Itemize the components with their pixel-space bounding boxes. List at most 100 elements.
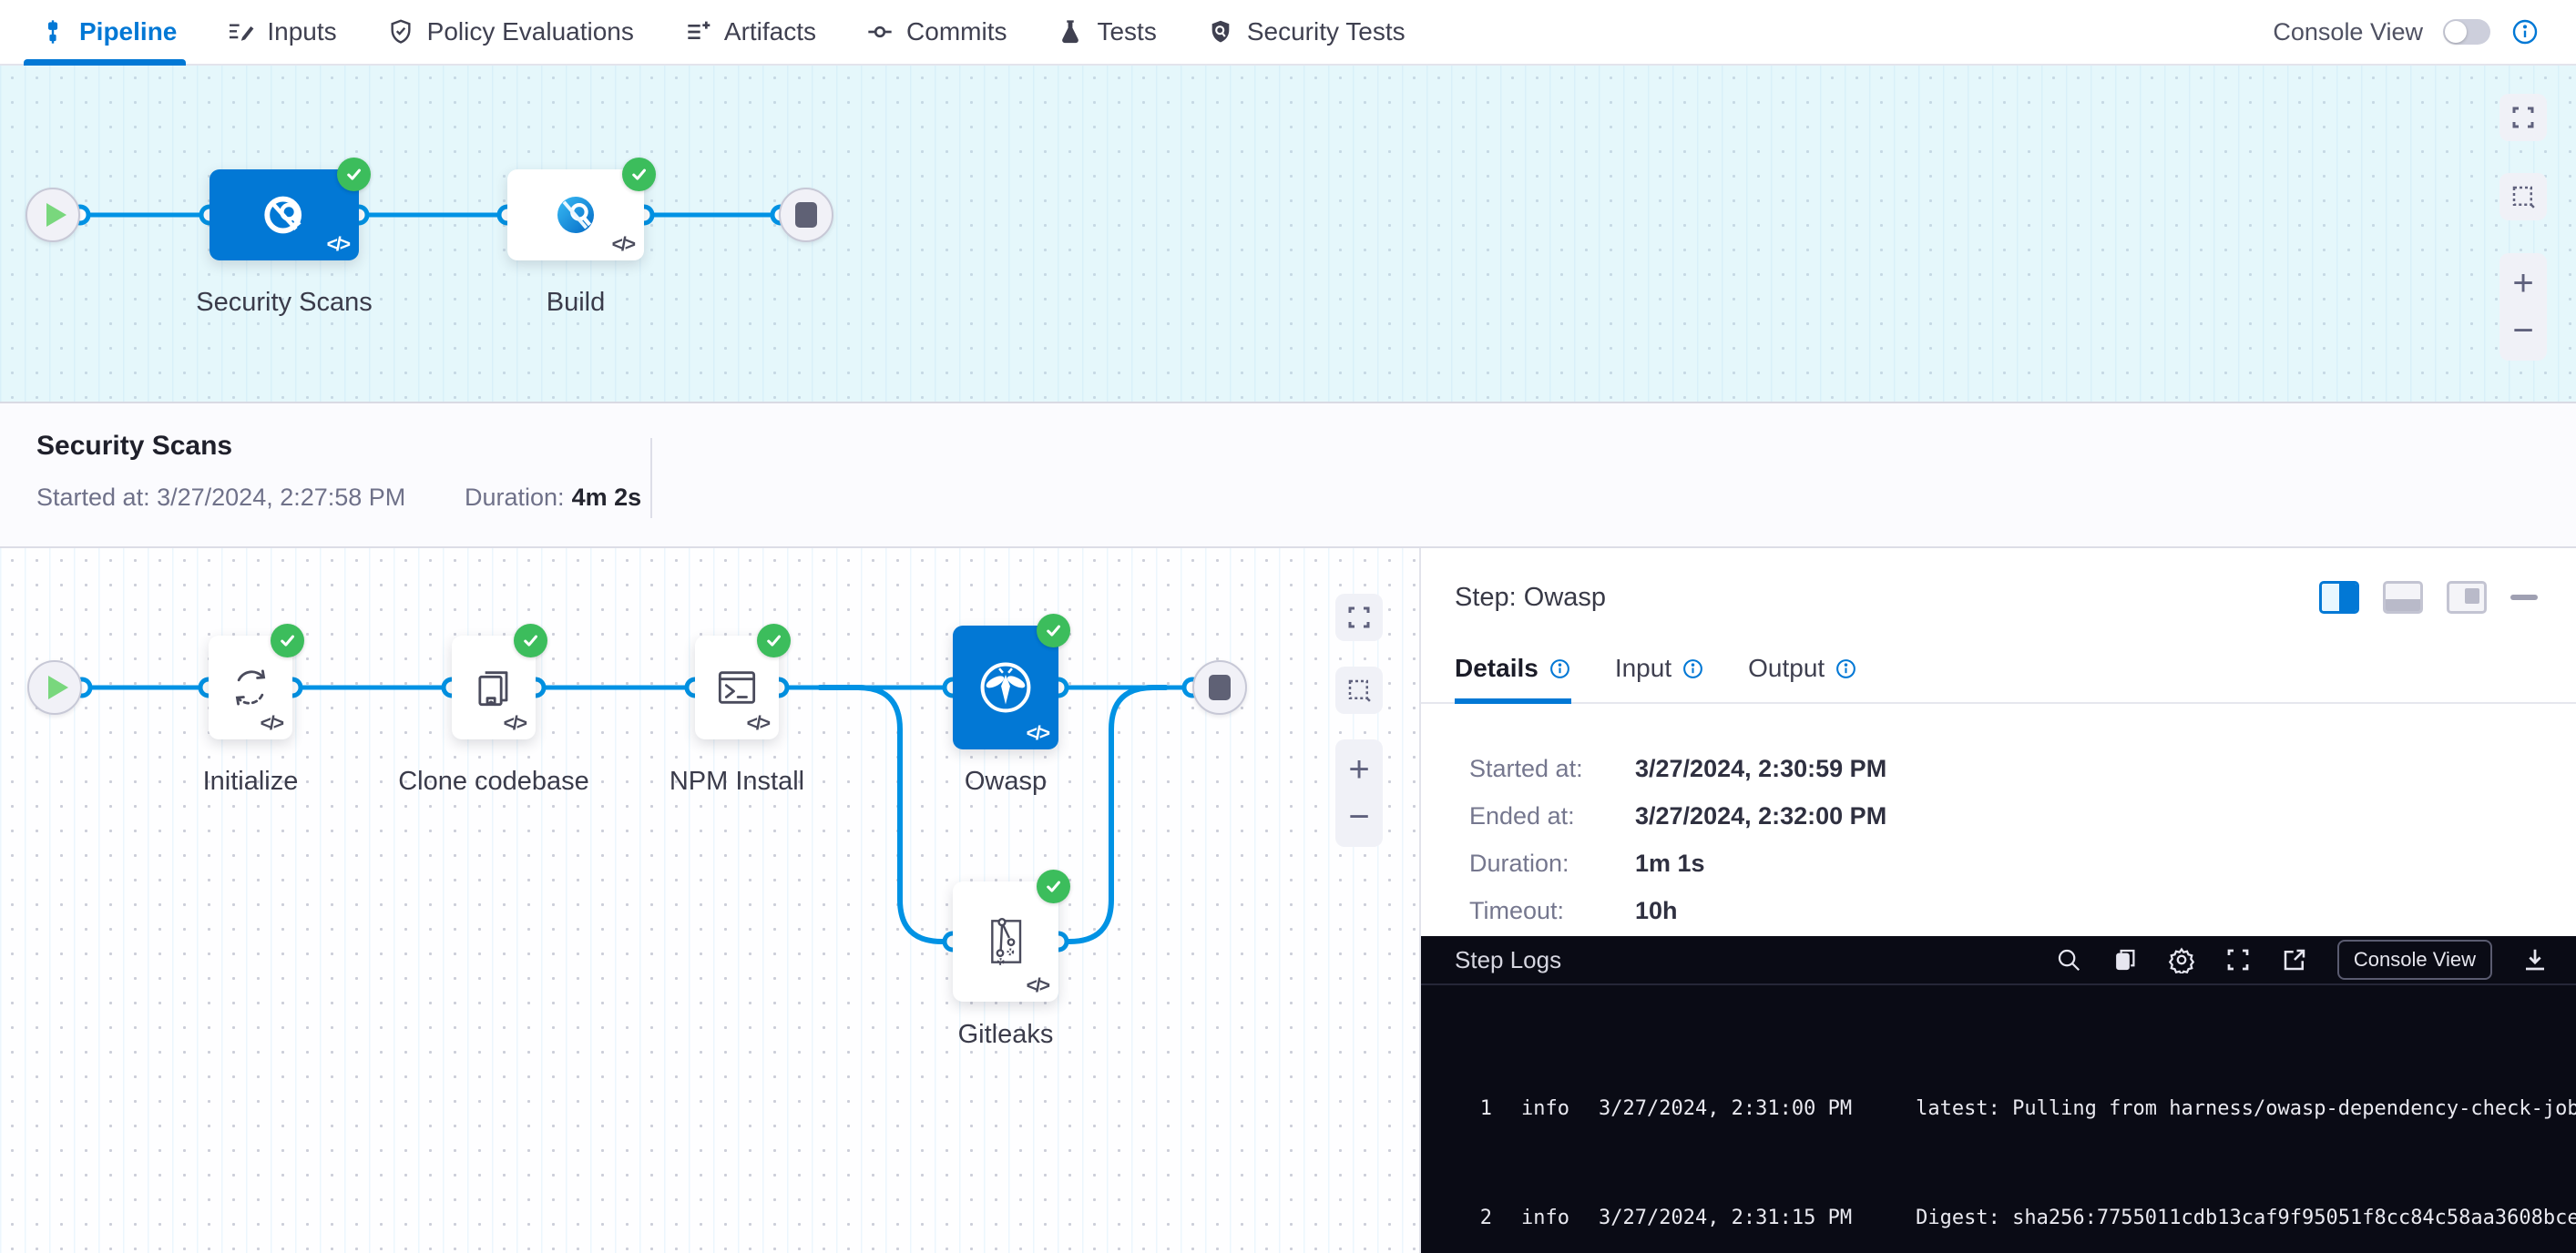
yaml-code-badge: </> [1027, 975, 1048, 997]
stage-started-at: Started at: 3/27/2024, 2:27:58 PM [36, 484, 465, 512]
stage-label[interactable]: Security Scans [196, 288, 372, 318]
success-badge [337, 158, 371, 191]
zoom-out-button[interactable]: − [2512, 312, 2533, 349]
build-stage-icon [547, 187, 604, 243]
step-label[interactable]: Initialize [203, 767, 299, 797]
initialize-icon [225, 662, 276, 713]
detail-row: Started at:3/27/2024, 2:30:59 PM [1469, 755, 2576, 783]
download-icon[interactable] [2521, 946, 2549, 973]
workspace: </> Initialize </> Clone codebase [0, 548, 2576, 1253]
tab-output[interactable]: Output [1748, 654, 1857, 704]
flask-icon [1056, 17, 1085, 46]
tab-label: Pipeline [79, 17, 177, 46]
gitleaks-icon [976, 912, 1035, 971]
tab-commits[interactable]: Commits [865, 0, 1007, 64]
marquee-select-icon [1345, 677, 1373, 704]
tab-label: Policy Evaluations [427, 17, 634, 46]
shield-scan-icon [1206, 17, 1235, 46]
stage-graph-canvas[interactable]: </> Security Scans </> Build [0, 66, 2576, 402]
step-zoom-control: + − [1335, 739, 1383, 847]
step-card-owasp[interactable]: </> [953, 626, 1058, 749]
detail-row: Ended at:3/27/2024, 2:32:00 PM [1469, 802, 2576, 830]
owasp-icon [972, 654, 1039, 721]
expand-icon[interactable] [2224, 946, 2252, 973]
tab-security-tests[interactable]: Security Tests [1206, 0, 1406, 64]
commit-icon [865, 17, 894, 46]
panel-minimize-button[interactable] [2510, 595, 2538, 600]
step-logs-header: Step Logs Console View [1421, 936, 2576, 985]
step-label[interactable]: Gitleaks [958, 1020, 1054, 1050]
step-panel-tabs: Details Input Output [1421, 614, 2576, 704]
info-icon[interactable] [2510, 17, 2540, 46]
step-details-panel: Step: Owasp Details Input [1419, 548, 2576, 1253]
yaml-code-badge: </> [261, 713, 282, 735]
tab-policy-evaluations[interactable]: Policy Evaluations [386, 0, 634, 64]
step-end-node[interactable] [1192, 660, 1247, 715]
panel-layout-toggles [2319, 581, 2538, 614]
step-graph-canvas[interactable]: </> Initialize </> Clone codebase [0, 548, 1419, 1253]
tab-label: Artifacts [724, 17, 816, 46]
settings-gear-icon[interactable] [2168, 946, 2195, 973]
summary-divider [650, 438, 652, 518]
zoom-in-button[interactable]: + [2512, 265, 2533, 301]
stage-summary-row: Started at: 3/27/2024, 2:27:58 PM Durati… [36, 484, 2576, 512]
tab-tests[interactable]: Tests [1056, 0, 1156, 64]
tab-details[interactable]: Details [1455, 654, 1571, 704]
pipeline-execution-page: Pipeline Inputs Policy Evaluations Artif… [0, 0, 2576, 1253]
step-card-gitleaks[interactable]: </> [953, 881, 1058, 1002]
stage-marquee-select-button[interactable] [2499, 173, 2547, 220]
step-fullscreen-button[interactable] [1335, 594, 1383, 641]
step-start-node[interactable] [27, 660, 82, 715]
logs-console-view-button[interactable]: Console View [2337, 940, 2492, 980]
step-label[interactable]: Owasp [965, 767, 1047, 797]
stage-card-security-scans[interactable]: </> [210, 169, 359, 260]
stage-summary-title: Security Scans [36, 431, 2576, 462]
zoom-out-button[interactable]: − [1348, 799, 1369, 835]
yaml-code-badge: </> [504, 713, 526, 735]
tab-label: Inputs [267, 17, 336, 46]
layout-floating-panel-button[interactable] [2447, 581, 2487, 614]
info-icon[interactable] [1682, 657, 1704, 680]
yaml-code-badge: </> [1027, 723, 1048, 745]
tab-pipeline[interactable]: Pipeline [38, 0, 177, 64]
yaml-code-badge: </> [747, 713, 769, 735]
nav-tab-list: Pipeline Inputs Policy Evaluations Artif… [38, 0, 1406, 64]
zoom-in-button[interactable]: + [1348, 751, 1369, 788]
stage-fullscreen-button[interactable] [2499, 94, 2547, 141]
top-nav: Pipeline Inputs Policy Evaluations Artif… [0, 0, 2576, 66]
stage-label[interactable]: Build [547, 288, 606, 318]
step-marquee-select-button[interactable] [1335, 667, 1383, 714]
step-card-npm-install[interactable]: </> [695, 636, 779, 739]
layout-floating-fill [2465, 588, 2479, 604]
layout-right-panel-button[interactable] [2319, 581, 2359, 614]
search-icon[interactable] [2055, 946, 2082, 973]
step-logs-body[interactable]: 1info3/27/2024, 2:31:00 PMlatest: Pullin… [1421, 985, 2576, 1253]
pipeline-icon [38, 17, 67, 46]
info-icon[interactable] [1835, 657, 1857, 680]
copy-icon[interactable] [2111, 946, 2139, 973]
step-card-clone-codebase[interactable]: </> [452, 636, 536, 739]
stage-card-build[interactable]: </> [507, 169, 644, 260]
step-logs-panel: Step Logs Console View 1info3/27/2024, 2… [1421, 936, 2576, 1253]
step-logs-title: Step Logs [1455, 946, 2055, 974]
tab-inputs[interactable]: Inputs [226, 0, 336, 64]
stage-end-node[interactable] [779, 188, 833, 242]
info-icon[interactable] [1549, 657, 1571, 680]
nav-right: Console View [2273, 0, 2540, 64]
step-label[interactable]: Clone codebase [398, 767, 589, 797]
console-view-toggle[interactable] [2443, 19, 2490, 45]
layout-bottom-panel-button[interactable] [2383, 581, 2423, 614]
fullscreen-icon [1345, 604, 1373, 631]
step-card-initialize[interactable]: </> [209, 636, 292, 739]
stage-start-node[interactable] [26, 188, 80, 242]
terminal-icon [711, 662, 762, 713]
detail-row: Duration:1m 1s [1469, 850, 2576, 878]
open-in-new-icon[interactable] [2281, 946, 2308, 973]
step-label[interactable]: NPM Install [670, 767, 804, 797]
fullscreen-icon [2510, 104, 2537, 131]
tab-input[interactable]: Input [1615, 654, 1704, 704]
step-logs-toolbar: Console View [2055, 940, 2549, 980]
tab-artifacts[interactable]: Artifacts [683, 0, 816, 64]
log-line: 1info3/27/2024, 2:31:00 PMlatest: Pullin… [1467, 1091, 2576, 1127]
success-badge [622, 158, 656, 191]
